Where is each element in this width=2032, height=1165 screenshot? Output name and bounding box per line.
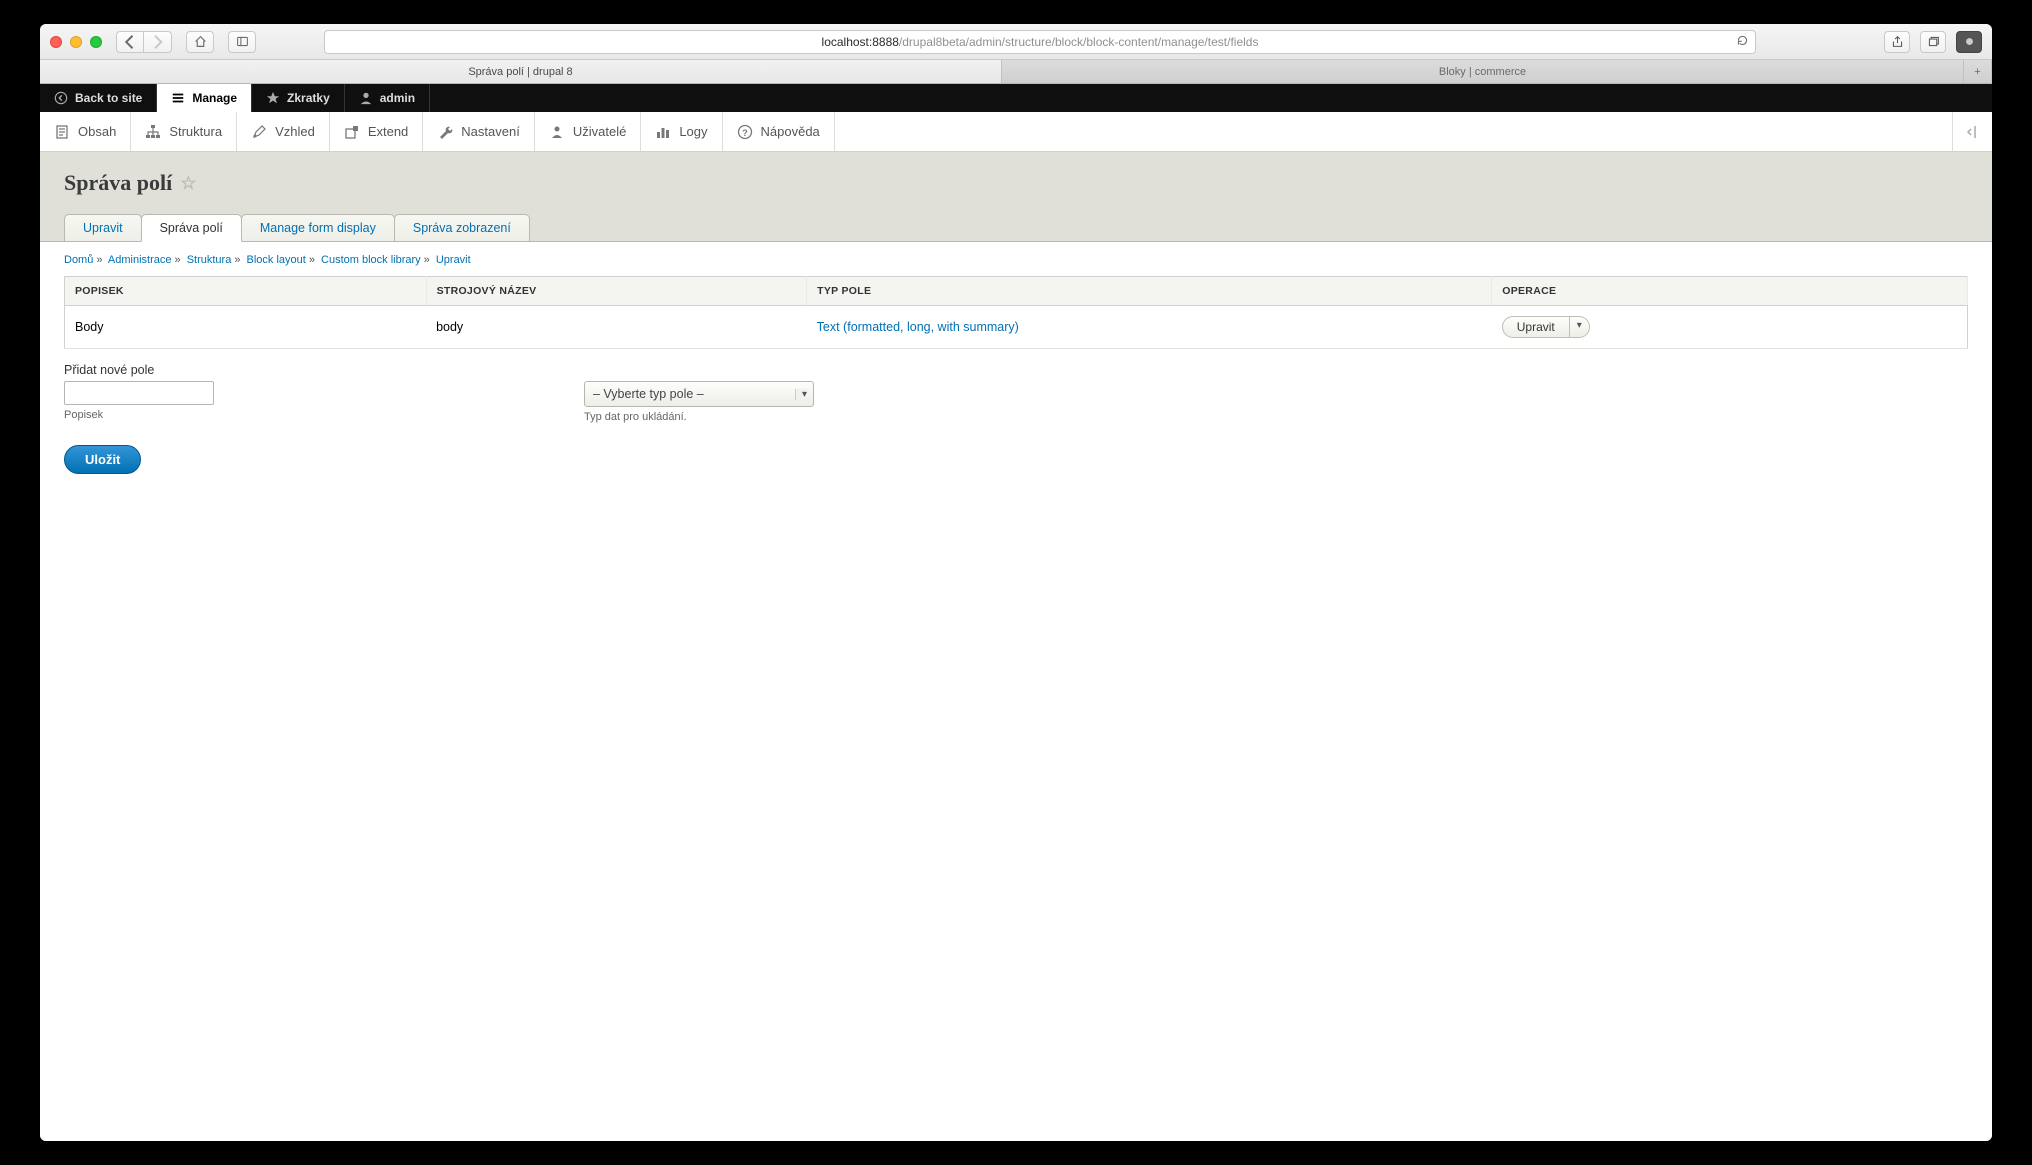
manage-label: Manage xyxy=(192,91,237,105)
fields-table: POPISEK STROJOVÝ NÁZEV TYP POLE OPERACE … xyxy=(64,276,1968,349)
user-icon xyxy=(359,91,373,105)
back-to-site-link[interactable]: Back to site xyxy=(40,84,157,112)
cell-ops: Upravit ▾ xyxy=(1492,306,1968,349)
extend-icon xyxy=(344,124,360,140)
extensions-button[interactable] xyxy=(1956,31,1982,53)
browser-tab-inactive[interactable]: Bloky | commerce xyxy=(1002,60,1964,83)
table-row: Body body Text (formatted, long, with su… xyxy=(65,306,1968,349)
new-tab-button[interactable]: + xyxy=(1964,60,1992,83)
shortcuts-link[interactable]: Zkratky xyxy=(252,84,345,112)
content-region: Domů» Administrace» Struktura» Block lay… xyxy=(40,242,1992,1141)
menu-people[interactable]: Uživatelé xyxy=(535,112,641,151)
home-button[interactable] xyxy=(186,31,214,53)
admin-menu: Obsah Struktura Vzhled Extend Nastavení … xyxy=(40,112,1992,152)
people-icon xyxy=(549,124,565,140)
user-label: admin xyxy=(380,91,415,105)
field-ops-dropdown-toggle[interactable]: ▾ xyxy=(1570,316,1590,338)
breadcrumb-custom-block-library[interactable]: Custom block library xyxy=(321,254,421,266)
wrench-icon xyxy=(437,124,453,140)
reports-icon xyxy=(655,124,671,140)
appearance-icon xyxy=(251,124,267,140)
breadcrumb-structure[interactable]: Struktura xyxy=(187,254,232,266)
menu-help[interactable]: ? Nápověda xyxy=(723,112,835,151)
breadcrumb-home[interactable]: Domů xyxy=(64,254,93,266)
field-ops-dropbutton: Upravit ▾ xyxy=(1502,316,1590,338)
menu-content[interactable]: Obsah xyxy=(40,112,131,151)
field-type-link[interactable]: Text (formatted, long, with summary) xyxy=(817,320,1019,334)
browser-chrome: localhost:8888/drupal8beta/admin/structu… xyxy=(40,24,1992,60)
edit-field-button[interactable]: Upravit xyxy=(1502,316,1570,338)
manage-toggle[interactable]: Manage xyxy=(157,84,252,112)
user-menu[interactable]: admin xyxy=(345,84,430,112)
add-field-label: Přidat nové pole xyxy=(64,363,584,377)
close-window-button[interactable] xyxy=(50,36,62,48)
col-label: POPISEK xyxy=(65,277,427,306)
url-path: /drupal8beta/admin/structure/block/block… xyxy=(899,35,1259,49)
menu-orientation-toggle[interactable] xyxy=(1952,112,1992,151)
maximize-window-button[interactable] xyxy=(90,36,102,48)
hamburger-icon xyxy=(171,91,185,105)
cell-type: Text (formatted, long, with summary) xyxy=(807,306,1492,349)
breadcrumb-block-layout[interactable]: Block layout xyxy=(247,254,306,266)
col-type: TYP POLE xyxy=(807,277,1492,306)
shortcut-star-icon[interactable]: ☆ xyxy=(180,173,196,194)
forward-button[interactable] xyxy=(144,31,172,53)
browser-tabstrip: Správa polí | drupal 8 Bloky | commerce … xyxy=(40,60,1992,84)
cell-label: Body xyxy=(65,306,427,349)
menu-configuration[interactable]: Nastavení xyxy=(423,112,535,151)
content-icon xyxy=(54,124,70,140)
menu-reports[interactable]: Logy xyxy=(641,112,722,151)
type-select-value: – Vyberte typ pole – xyxy=(593,387,704,401)
col-machine: STROJOVÝ NÁZEV xyxy=(426,277,807,306)
page-title: Správa polí ☆ xyxy=(64,170,1968,196)
tabs-button[interactable] xyxy=(1920,31,1946,53)
new-field-type-desc: Typ dat pro ukládání. xyxy=(584,411,1968,423)
add-field-section: Přidat nové pole Popisek – Vyberte typ p… xyxy=(64,363,1968,423)
back-button[interactable] xyxy=(116,31,144,53)
reload-icon[interactable] xyxy=(1736,34,1749,50)
help-icon: ? xyxy=(737,124,753,140)
back-arrow-icon xyxy=(54,91,68,105)
sidebar-toggle-button[interactable] xyxy=(228,31,256,53)
menu-structure[interactable]: Struktura xyxy=(131,112,237,151)
local-tabs: Upravit Správa polí Manage form display … xyxy=(64,214,1968,241)
star-icon xyxy=(266,91,280,105)
browser-tab-active[interactable]: Správa polí | drupal 8 xyxy=(40,60,1002,83)
save-button[interactable]: Uložit xyxy=(64,445,141,474)
back-to-site-label: Back to site xyxy=(75,91,142,105)
new-field-type-select[interactable]: – Vyberte typ pole – ▾ xyxy=(584,381,814,407)
tab-manage-display[interactable]: Správa zobrazení xyxy=(394,214,530,241)
breadcrumb-admin[interactable]: Administrace xyxy=(108,254,172,266)
svg-text:?: ? xyxy=(742,128,748,138)
drupal-toolbar: Back to site Manage Zkratky admin xyxy=(40,84,1992,112)
add-field-type-spacer xyxy=(584,363,1968,377)
share-button[interactable] xyxy=(1884,31,1910,53)
minimize-window-button[interactable] xyxy=(70,36,82,48)
tab-manage-form-display[interactable]: Manage form display xyxy=(241,214,395,241)
cell-machine: body xyxy=(426,306,807,349)
col-ops: OPERACE xyxy=(1492,277,1968,306)
shortcuts-label: Zkratky xyxy=(287,91,330,105)
window-controls xyxy=(50,36,102,48)
new-field-label-input[interactable] xyxy=(64,381,214,405)
breadcrumb: Domů» Administrace» Struktura» Block lay… xyxy=(64,254,1968,266)
menu-appearance[interactable]: Vzhled xyxy=(237,112,330,151)
page-header-region: Správa polí ☆ Upravit Správa polí Manage… xyxy=(40,152,1992,241)
tab-manage-fields[interactable]: Správa polí xyxy=(141,214,242,242)
tab-edit[interactable]: Upravit xyxy=(64,214,142,241)
chevron-down-icon: ▾ xyxy=(795,389,807,400)
breadcrumb-edit[interactable]: Upravit xyxy=(436,254,471,266)
url-bar[interactable]: localhost:8888/drupal8beta/admin/structu… xyxy=(324,30,1756,54)
structure-icon xyxy=(145,124,161,140)
menu-extend[interactable]: Extend xyxy=(330,112,423,151)
new-field-label-desc: Popisek xyxy=(64,409,584,421)
url-host: localhost:8888 xyxy=(822,35,899,49)
